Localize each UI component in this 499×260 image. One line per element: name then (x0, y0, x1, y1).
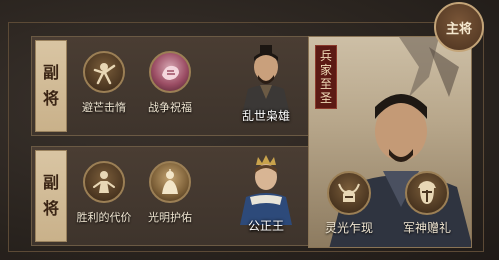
title-char: 家 (319, 63, 332, 77)
skill-label: 避芒击惰 (82, 101, 126, 114)
sword-strike-icon (83, 51, 125, 93)
general-name: 乱世枭雄 (241, 109, 290, 123)
spartan-helmet-icon (405, 171, 449, 215)
title-char: 圣 (319, 91, 332, 105)
blessing-hand-icon (149, 51, 191, 93)
skill-label: 军神赠礼 (402, 221, 451, 235)
horned-helmet-icon (327, 171, 371, 215)
warlord-portrait[interactable] (230, 43, 302, 115)
sub-general-label: 副 将 (35, 40, 67, 132)
crowned-king-portrait[interactable] (230, 153, 302, 225)
skill-label: 战争祝福 (148, 101, 192, 114)
skill-slot[interactable]: 光明护佑 (140, 161, 200, 225)
sub-general-label: 副 将 (35, 150, 67, 242)
skill-label: 灵光乍现 (324, 221, 373, 235)
skill-slot[interactable]: 避芒击惰 (74, 51, 134, 115)
label-char: 将 (42, 89, 59, 108)
warrior-figure-icon (83, 161, 125, 203)
title-char: 兵 (319, 49, 332, 63)
label-char: 副 (42, 173, 59, 192)
main-general-title: 兵 家 至 圣 (315, 45, 337, 109)
skill-slot[interactable]: 胜利的代价 (74, 161, 134, 225)
skill-slot[interactable]: 战争祝福 (140, 51, 200, 115)
main-general-tag: 主将 (434, 2, 484, 52)
main-skill-slot[interactable]: 灵光乍现 (315, 171, 383, 236)
sub-general-row-2[interactable]: 副 将 胜利的代价 光明护佑 公正王 (31, 146, 323, 246)
main-general-panel[interactable]: 兵 家 至 圣 灵光乍现 军神赠礼 (308, 36, 472, 248)
sub-general-row-1[interactable]: 副 将 避芒击惰 战争祝福 乱世枭雄 (31, 36, 323, 136)
main-skill-slot[interactable]: 军神赠礼 (393, 171, 461, 236)
skill-label: 胜利的代价 (76, 211, 132, 224)
label-char: 副 (42, 63, 59, 82)
general-name: 公正王 (247, 219, 284, 233)
skill-label: 光明护佑 (148, 211, 192, 224)
title-char: 至 (319, 77, 332, 91)
label-char: 将 (42, 199, 59, 218)
cloaked-figure-icon (149, 161, 191, 203)
